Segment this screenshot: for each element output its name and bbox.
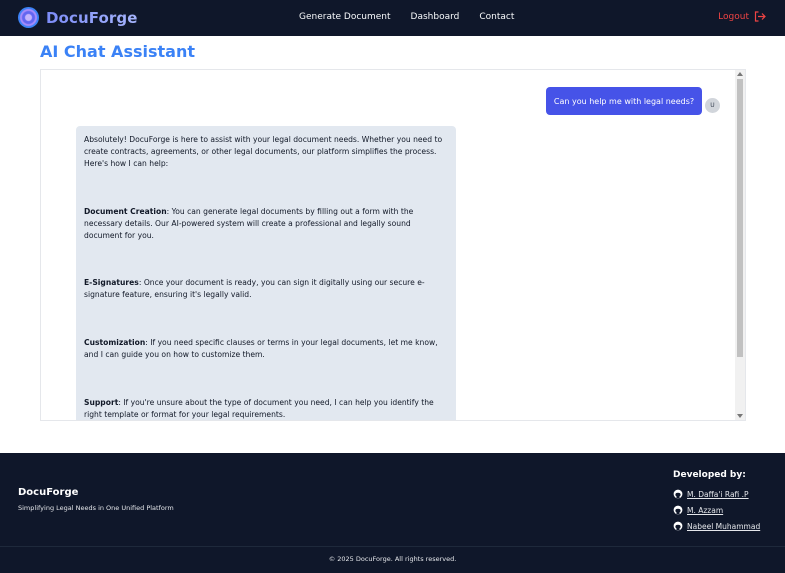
developed-by-heading: Developed by: [673, 470, 746, 480]
page-title: AI Chat Assistant [40, 42, 195, 61]
brand-name: DocuForge [46, 8, 138, 27]
footer: DocuForge Simplifying Legal Needs in One… [0, 453, 785, 573]
user-message-text: Can you help me with legal needs? [553, 96, 695, 106]
chat-window[interactable]: Can you help me with legal needs? U Abso… [40, 69, 746, 421]
ai-intro-text: Absolutely! DocuForge is here to assist … [84, 135, 443, 168]
user-message-bubble: Can you help me with legal needs? [546, 87, 702, 115]
copyright-text: © 2025 DocuForge. All rights reserved. [328, 555, 457, 563]
developer-item: M. Azzam [673, 502, 760, 518]
scroll-down-arrow-icon[interactable] [737, 414, 743, 418]
ai-point-document-creation: Document Creation: You can generate lega… [84, 206, 414, 240]
logout-icon [754, 11, 766, 22]
docuforge-logo-icon [18, 7, 39, 28]
github-icon [673, 521, 683, 531]
ai-point-support: Support: If you're unsure about the type… [84, 398, 434, 419]
user-avatar: U [705, 98, 720, 113]
scroll-up-arrow-icon[interactable] [737, 72, 743, 76]
github-icon [673, 489, 683, 499]
brand[interactable]: DocuForge [18, 7, 137, 28]
main-nav: Generate Document Dashboard Contact [299, 12, 534, 22]
ai-message-bubble: Absolutely! DocuForge is here to assist … [76, 126, 456, 420]
developer-link[interactable]: M. Daffa'i Rafi .P [687, 490, 749, 499]
developer-item: M. Daffa'i Rafi .P [673, 486, 760, 502]
logout-label: Logout [718, 11, 749, 22]
developer-list: M. Daffa'i Rafi .P M. Azzam Nabeel Muham… [673, 486, 760, 534]
footer-divider [0, 546, 785, 547]
footer-brand: DocuForge [18, 487, 79, 498]
scroll-thumb[interactable] [737, 79, 743, 357]
github-icon [673, 505, 683, 515]
footer-tagline: Simplifying Legal Needs in One Unified P… [18, 504, 174, 512]
developer-link[interactable]: Nabeel Muhammad [687, 522, 760, 531]
logout-button[interactable]: Logout [718, 11, 766, 22]
ai-point-customization: Customization: If you need specific clau… [84, 338, 438, 360]
ai-point-e-signatures: E-Signatures: Once your document is read… [84, 278, 425, 300]
chat-scrollbar[interactable] [735, 70, 745, 420]
nav-contact[interactable]: Contact [479, 12, 514, 22]
developer-link[interactable]: M. Azzam [687, 506, 723, 515]
developer-item: Nabeel Muhammad [673, 518, 760, 534]
nav-generate-document[interactable]: Generate Document [299, 12, 391, 22]
nav-dashboard[interactable]: Dashboard [411, 12, 460, 22]
top-navbar: DocuForge Generate Document Dashboard Co… [0, 0, 785, 36]
